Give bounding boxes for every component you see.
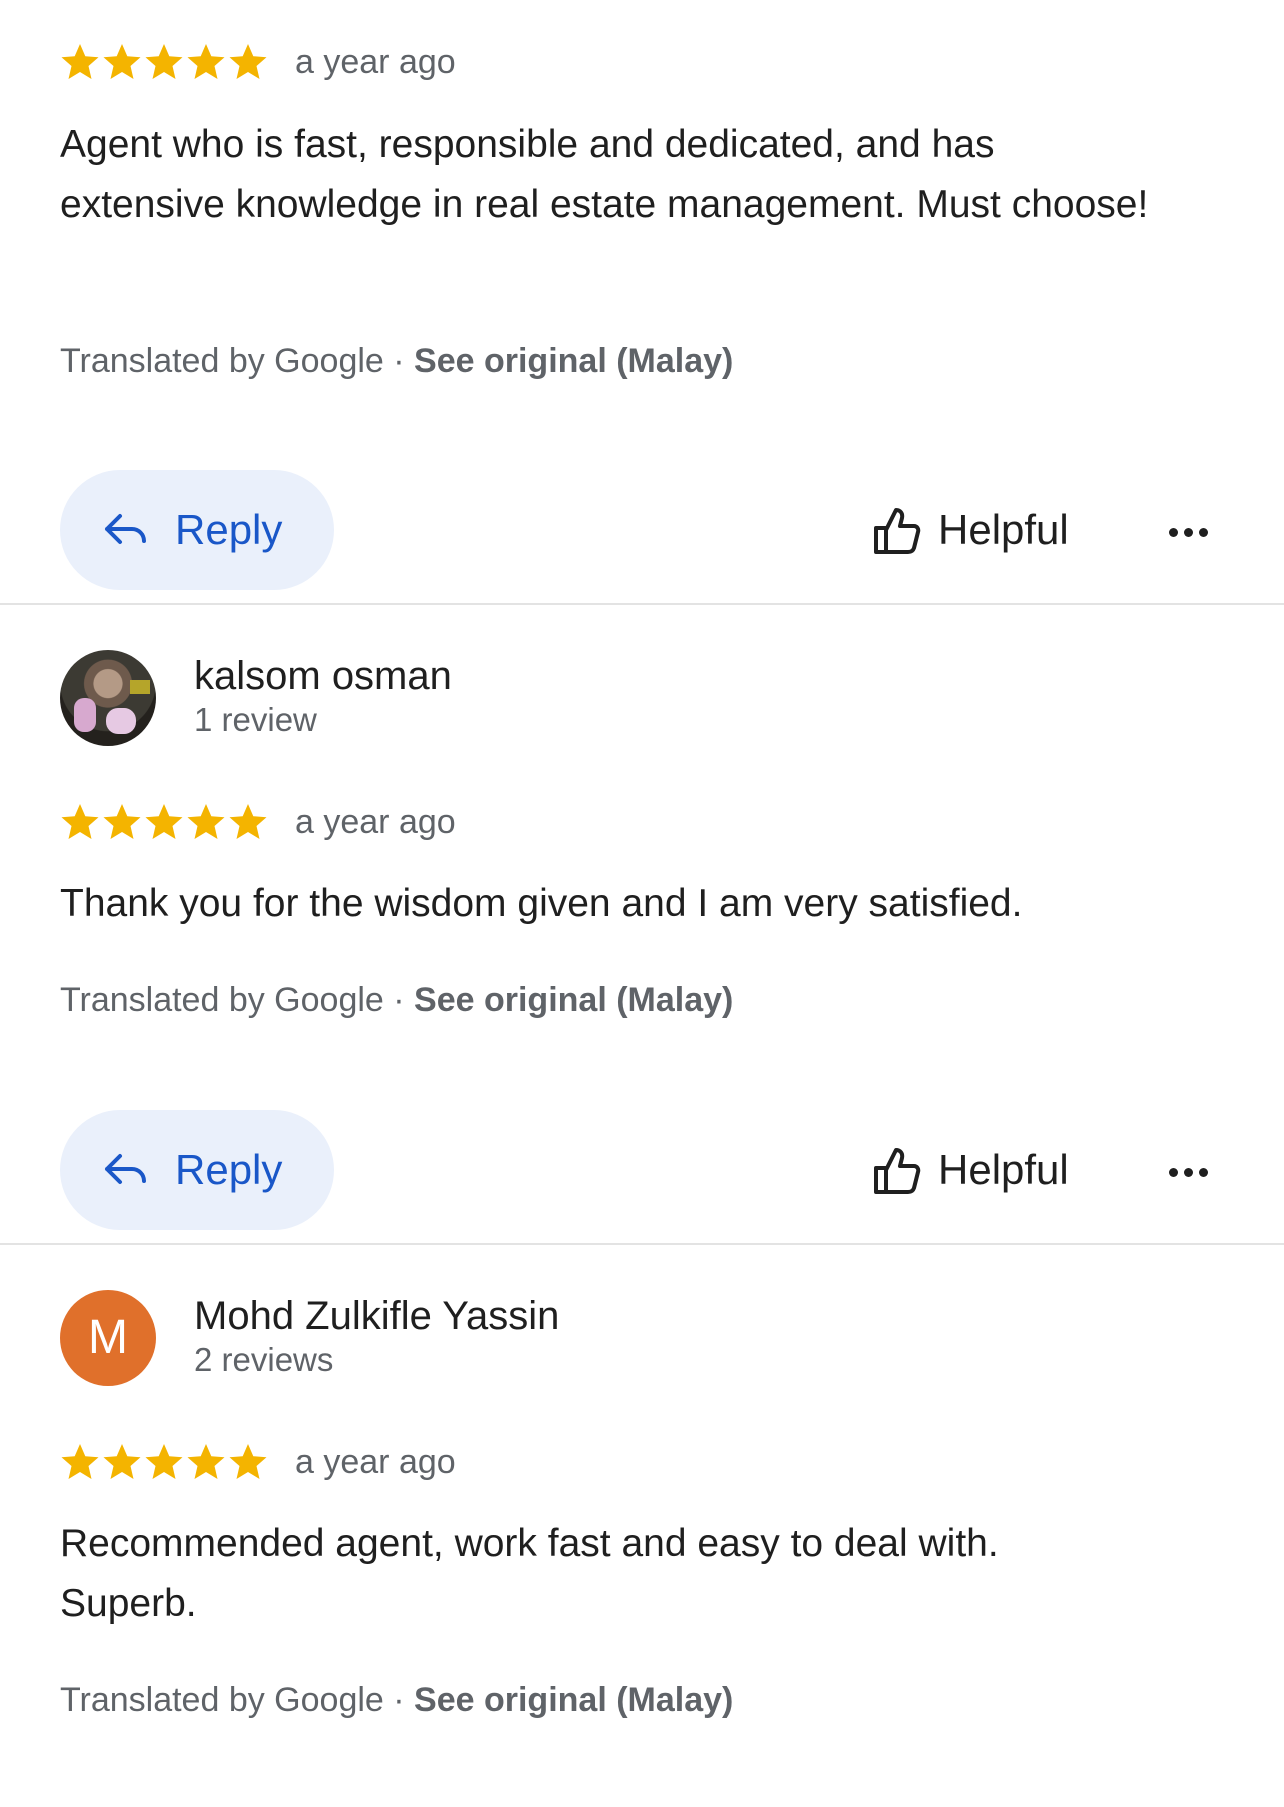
author-review-count: 2 reviews [194,1341,334,1378]
translation-note: Translated by Google · See original (Mal… [60,1680,733,1720]
more-horizontal-icon [1169,1168,1178,1177]
reply-arrow-icon [105,1154,146,1184]
star-icon [145,804,183,839]
star-rating [60,40,268,84]
helpful-label: Helpful [938,1146,1069,1193]
star-icon [103,804,141,839]
see-original-link[interactable]: See original (Malay) [414,981,733,1019]
reply-label: Reply [175,506,283,553]
review-card: kalsom osman 1 review a year ago Thank y… [0,604,1284,1244]
review-time: a year ago [295,803,456,841]
translation-note: Translated by Google · See original (Mal… [60,980,733,1020]
review-author[interactable]: kalsom osman 1 review [60,650,960,746]
star-icon [229,1444,267,1479]
translated-by-label: Translated by Google · [60,981,415,1019]
star-icon [229,804,267,839]
star-icon [229,44,267,79]
review-text: Recommended agent, work fast and easy to… [60,1522,999,1625]
more-horizontal-icon [1169,528,1178,537]
more-options-button[interactable] [1166,1152,1212,1192]
review-text: Agent who is fast, responsible and dedic… [60,123,1149,226]
review-author[interactable]: M Mohd Zulkifle Yassin 2 reviews [60,1290,960,1386]
reply-arrow-icon [105,514,146,544]
star-icon [145,44,183,79]
translation-note: Translated by Google · See original (Mal… [60,341,733,381]
star-icon [187,804,225,839]
author-review-count: 1 review [194,701,317,738]
author-name[interactable]: kalsom osman [194,652,452,700]
rating-row: a year ago [60,40,760,84]
review-time: a year ago [295,1443,456,1481]
star-icon [61,804,99,839]
see-original-link[interactable]: See original (Malay) [414,1681,733,1719]
more-options-button[interactable] [1166,512,1212,552]
star-icon [61,1444,99,1479]
review-text: Thank you for the wisdom given and I am … [60,882,1023,925]
translated-by-label: Translated by Google · [60,342,415,380]
rating-row: a year ago [60,1440,760,1484]
reply-label: Reply [175,1146,283,1193]
star-icon [61,44,99,79]
avatar[interactable]: M [60,1290,156,1386]
reviews-page: a year ago Agent who is fast, responsibl… [0,0,1284,1807]
star-rating [60,800,268,844]
star-icon [103,44,141,79]
star-icon [145,1444,183,1479]
review-time: a year ago [295,43,456,81]
star-icon [187,1444,225,1479]
helpful-label: Helpful [938,506,1069,553]
reply-button[interactable]: Reply [60,1110,334,1230]
thumbs-up-icon [874,1148,921,1194]
thumbs-up-icon [874,508,921,554]
avatar[interactable] [60,650,156,746]
star-rating [60,1440,268,1484]
star-icon [187,44,225,79]
review-card: a year ago Agent who is fast, responsibl… [0,0,1284,604]
helpful-button[interactable]: Helpful [872,1140,1092,1200]
rating-row: a year ago [60,800,760,844]
star-icon [103,1444,141,1479]
reply-button[interactable]: Reply [60,470,334,590]
helpful-button[interactable]: Helpful [872,500,1092,560]
author-name[interactable]: Mohd Zulkifle Yassin [194,1292,559,1340]
review-card: M Mohd Zulkifle Yassin 2 reviews a year … [0,1244,1284,1807]
translated-by-label: Translated by Google · [60,1681,415,1719]
see-original-link[interactable]: See original (Malay) [414,342,733,380]
